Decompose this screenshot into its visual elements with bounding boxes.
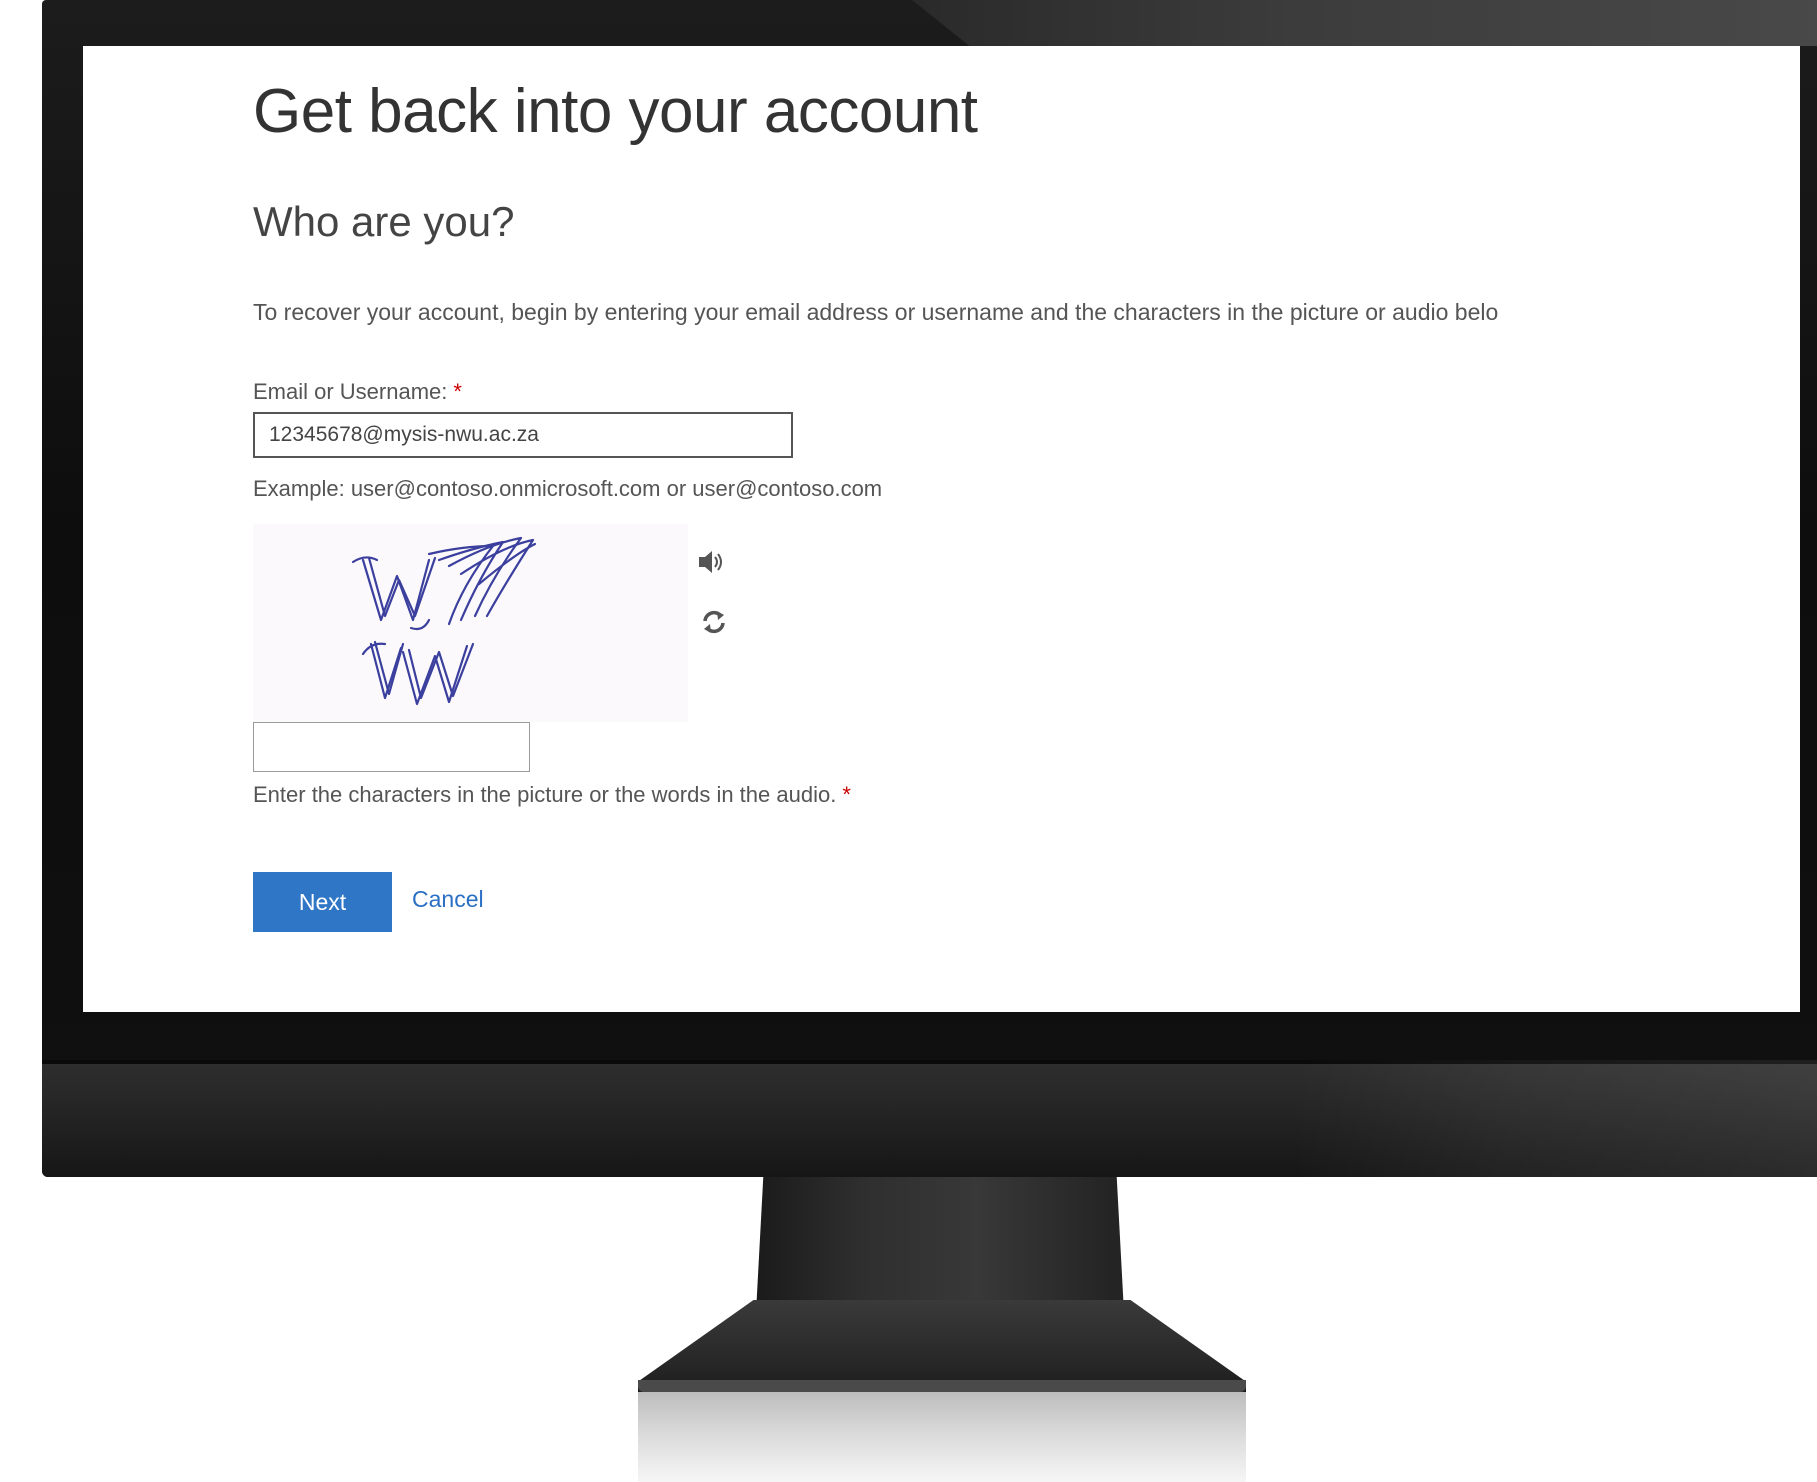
email-field[interactable] bbox=[253, 412, 793, 458]
captcha-input[interactable] bbox=[253, 722, 530, 772]
captcha-stroke bbox=[409, 618, 431, 631]
captcha-stroke bbox=[427, 544, 495, 626]
captcha-stroke bbox=[351, 556, 379, 564]
speaker-icon[interactable] bbox=[697, 549, 725, 575]
captcha-label: Enter the characters in the picture or t… bbox=[253, 782, 851, 808]
captcha-drawing bbox=[351, 536, 537, 706]
page-title: Get back into your account bbox=[253, 77, 978, 146]
required-marker: * bbox=[453, 379, 462, 404]
email-example-text: Example: user@contoso.onmicrosoft.com or… bbox=[253, 476, 883, 501]
email-field-label: Email or Username: * bbox=[253, 379, 462, 405]
captcha-image bbox=[253, 524, 688, 722]
stand-reflection bbox=[638, 1392, 1246, 1482]
captcha-stroke bbox=[401, 644, 469, 706]
chin-gloss bbox=[1302, 1060, 1817, 1177]
required-marker: * bbox=[842, 782, 851, 807]
next-button[interactable]: Next bbox=[253, 872, 392, 932]
cancel-link[interactable]: Cancel bbox=[412, 886, 484, 913]
recovery-form: Get back into your account Who are you? … bbox=[253, 46, 1653, 1012]
section-title: Who are you? bbox=[253, 198, 515, 245]
captcha-label-text: Enter the characters in the picture or t… bbox=[253, 782, 837, 807]
monitor-stand-rim bbox=[638, 1380, 1246, 1392]
captcha-stroke bbox=[407, 642, 475, 700]
refresh-icon[interactable] bbox=[700, 608, 728, 636]
email-label-text: Email or Username: bbox=[253, 379, 448, 404]
instructions-text: To recover your account, begin by enteri… bbox=[253, 299, 1499, 325]
monitor-screen: Get back into your account Who are you? … bbox=[83, 46, 1800, 1012]
captcha-stroke bbox=[367, 556, 437, 618]
bezel-sheen bbox=[912, 0, 1817, 46]
